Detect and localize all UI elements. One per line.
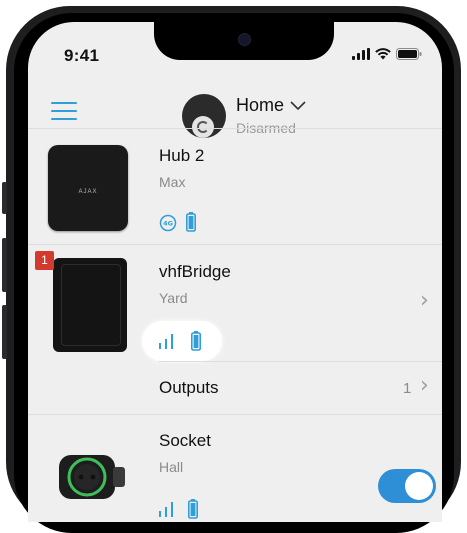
outputs-row[interactable]: Outputs 1 › bbox=[28, 362, 442, 414]
device-row-bridge[interactable]: 1 vhfBridge Yard › bbox=[28, 245, 442, 361]
menu-icon[interactable] bbox=[51, 102, 77, 122]
4g-icon: 4G bbox=[159, 214, 177, 232]
phone-side-button bbox=[2, 182, 7, 214]
device-row-hub[interactable]: AJAX Hub 2 Max 4G bbox=[28, 129, 442, 244]
cellular-signal-icon bbox=[352, 48, 370, 60]
device-room: Hall bbox=[159, 459, 184, 475]
wifi-icon bbox=[375, 48, 391, 60]
chevron-right-icon: › bbox=[420, 373, 429, 398]
device-name: Socket bbox=[159, 431, 211, 450]
phone-side-button bbox=[2, 305, 7, 359]
hub-image: AJAX bbox=[48, 145, 128, 231]
device-name: Hub 2 bbox=[159, 146, 205, 165]
device-name: vhfBridge bbox=[159, 262, 231, 281]
hub-selector[interactable]: Home bbox=[236, 95, 306, 116]
status-highlight bbox=[142, 321, 222, 361]
outputs-count: 1 bbox=[403, 380, 412, 397]
battery-icon bbox=[186, 212, 196, 232]
svg-text:4G: 4G bbox=[163, 220, 173, 228]
phone-side-button bbox=[2, 238, 7, 292]
device-room: Max bbox=[159, 174, 186, 190]
app-screen: 9:41 Home Disarmed AJAX Hub 2 Max 4G 1 v… bbox=[28, 22, 442, 522]
battery-icon bbox=[188, 499, 198, 519]
battery-icon bbox=[191, 331, 201, 351]
battery-status-icon bbox=[396, 48, 422, 60]
device-row-socket[interactable]: Socket Hall bbox=[28, 415, 442, 522]
signal-icon bbox=[159, 334, 173, 349]
chevron-down-icon bbox=[290, 100, 306, 110]
phone-notch bbox=[154, 22, 334, 60]
bridge-image bbox=[53, 258, 127, 352]
camera-icon bbox=[238, 33, 251, 46]
status-time: 9:41 bbox=[64, 46, 100, 65]
socket-power-toggle[interactable] bbox=[378, 469, 436, 503]
signal-icon bbox=[159, 502, 173, 517]
hub-name: Home bbox=[236, 95, 285, 115]
chevron-right-icon: › bbox=[420, 288, 429, 313]
device-room: Yard bbox=[159, 290, 188, 306]
socket-image bbox=[59, 455, 125, 499]
notification-badge: 1 bbox=[35, 251, 54, 270]
status-icons bbox=[352, 48, 422, 60]
outputs-label: Outputs bbox=[159, 378, 219, 397]
